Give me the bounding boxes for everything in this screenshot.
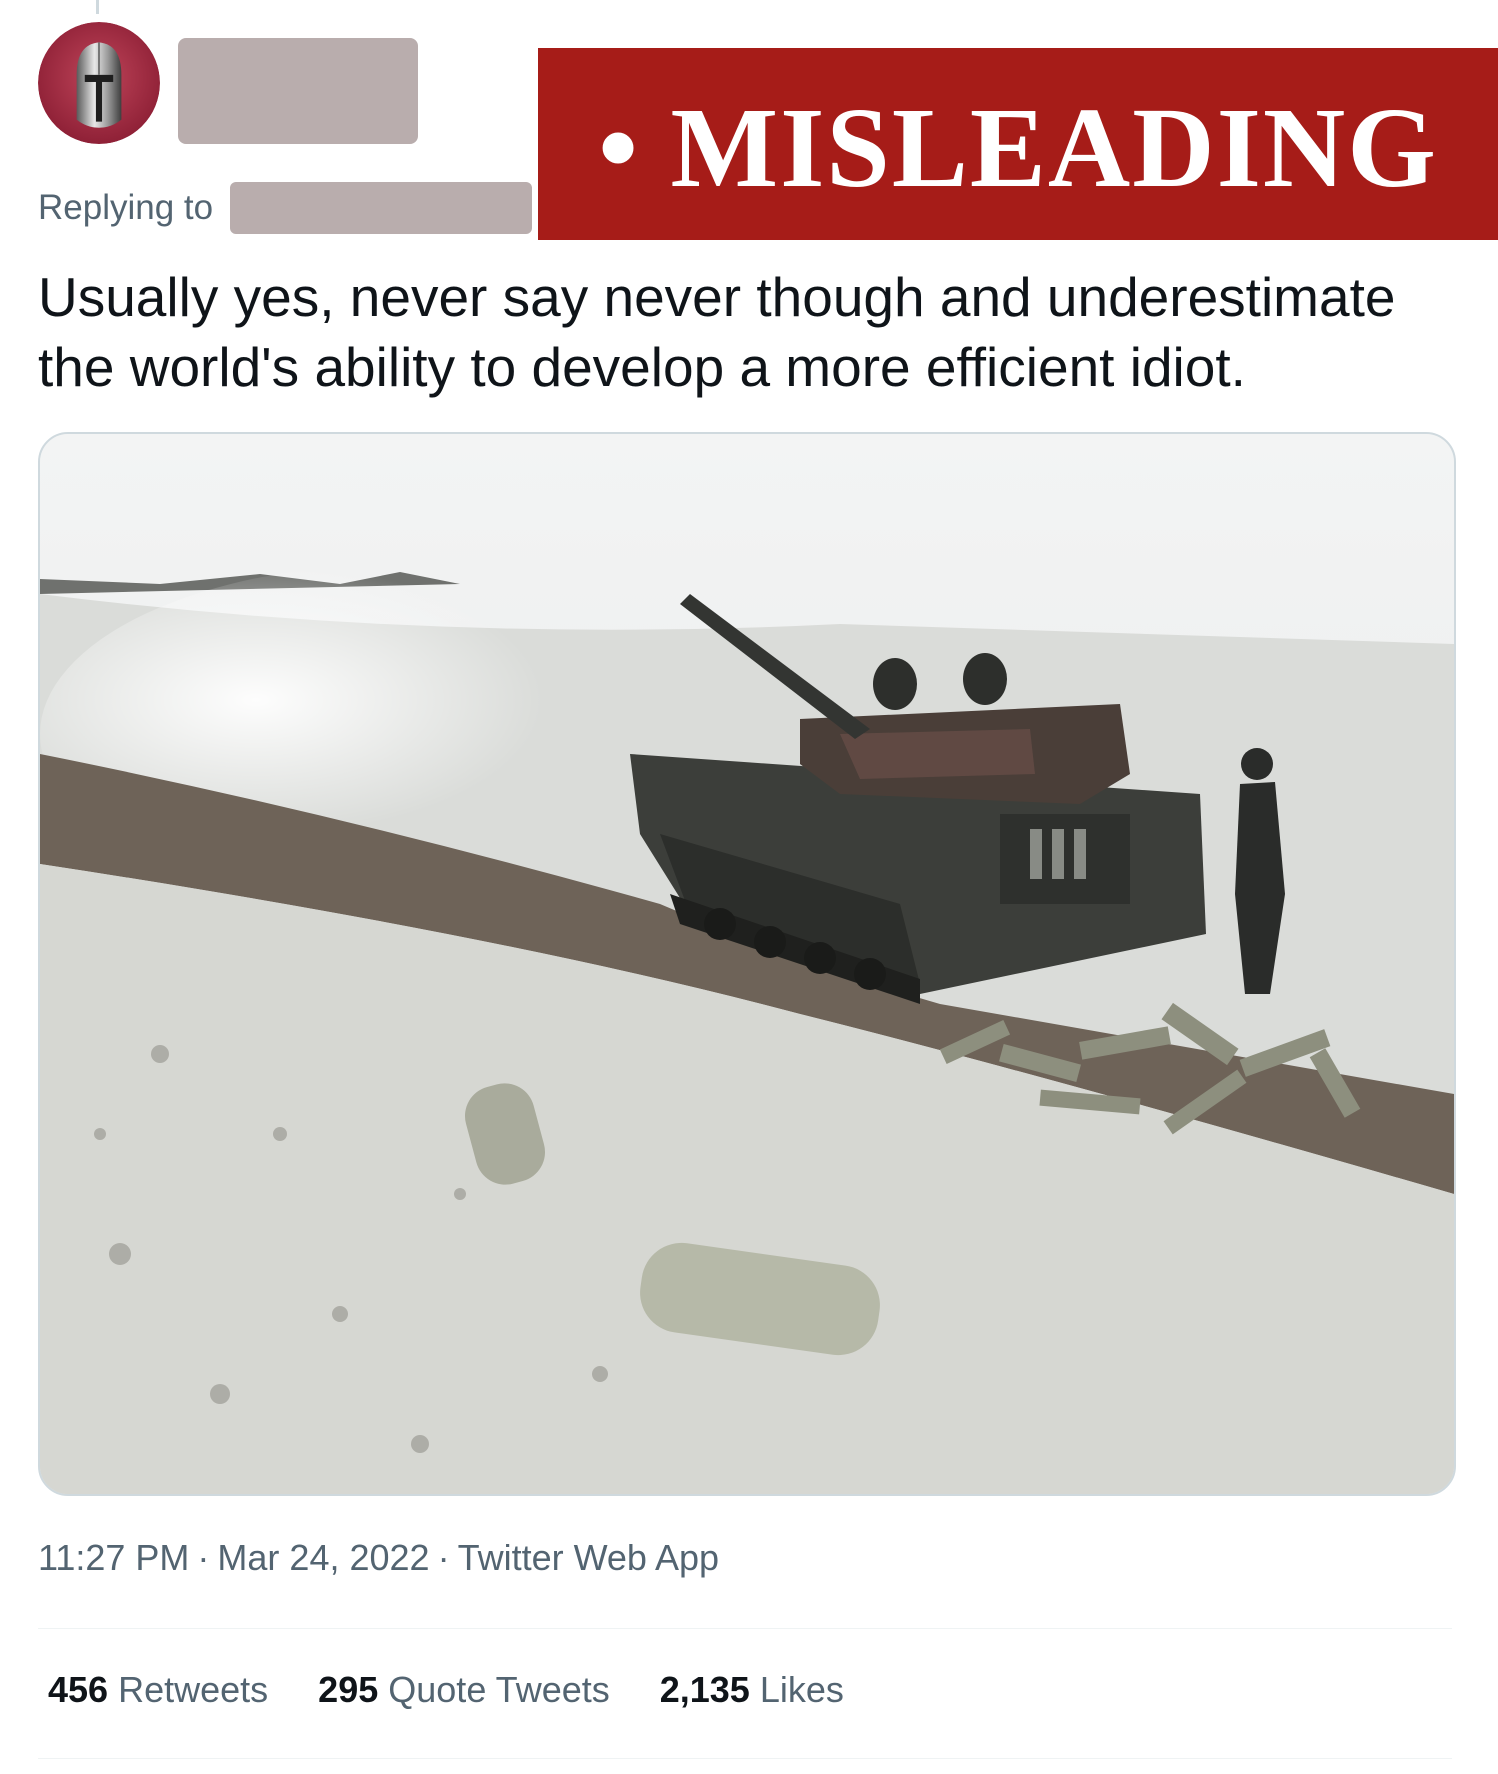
helmet-icon bbox=[38, 22, 160, 144]
meta-separator: · bbox=[197, 1537, 210, 1578]
misleading-label-banner: • MISLEADING bbox=[538, 48, 1498, 240]
likes-label: Likes bbox=[759, 1669, 844, 1710]
tweet-text: Usually yes, never say never though and … bbox=[38, 266, 1396, 398]
quote-tweets-count: 295 bbox=[318, 1669, 379, 1710]
redacted-reply-handle[interactable] bbox=[230, 182, 532, 234]
divider bbox=[38, 1628, 1452, 1629]
divider bbox=[38, 1758, 1452, 1759]
tweet-time[interactable]: 11:27 PM bbox=[38, 1537, 189, 1578]
engagement-stats: 456 Retweets 295 Quote Tweets 2,135 Like… bbox=[48, 1668, 844, 1712]
tweet-metadata: 11:27 PM · Mar 24, 2022 · Twitter Web App bbox=[38, 1536, 719, 1580]
thread-connector-line bbox=[96, 0, 99, 14]
quote-tweets-label: Quote Tweets bbox=[388, 1669, 610, 1710]
avatar[interactable] bbox=[38, 22, 160, 144]
meta-separator: · bbox=[437, 1537, 450, 1578]
likes-count: 2,135 bbox=[659, 1669, 750, 1710]
tank-photo bbox=[40, 434, 1454, 1494]
retweets-count: 456 bbox=[48, 1669, 109, 1710]
tweet-media-image[interactable] bbox=[38, 432, 1456, 1496]
replying-to-label: Replying to bbox=[38, 188, 214, 227]
misleading-label-text: • MISLEADING bbox=[598, 84, 1438, 211]
quote-tweets-stat[interactable]: 295 Quote Tweets bbox=[318, 1668, 610, 1712]
redacted-display-name bbox=[178, 38, 418, 144]
retweets-stat[interactable]: 456 Retweets bbox=[48, 1668, 268, 1712]
likes-stat[interactable]: 2,135 Likes bbox=[660, 1668, 844, 1712]
tweet-date[interactable]: Mar 24, 2022 bbox=[217, 1537, 429, 1578]
retweets-label: Retweets bbox=[118, 1669, 269, 1710]
tweet-source[interactable]: Twitter Web App bbox=[458, 1537, 719, 1578]
